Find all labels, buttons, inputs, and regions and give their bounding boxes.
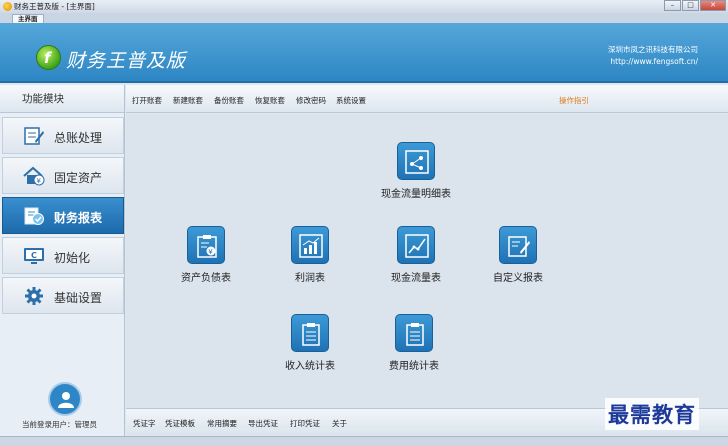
restore-account-set-button[interactable]: 恢复账套 xyxy=(255,95,285,106)
balance-sheet-button[interactable]: ¥ 资产负债表 xyxy=(166,226,246,284)
report-check-icon xyxy=(24,207,44,225)
logo-icon: f xyxy=(36,45,61,70)
watermark: 最需教育 xyxy=(605,398,699,430)
minimize-button[interactable]: – xyxy=(664,0,681,11)
export-voucher-button[interactable]: 导出凭证 xyxy=(248,418,278,429)
company-info: 深圳市凤之讯科技有限公司 http://www.fengsoft.cn/ xyxy=(608,44,698,68)
print-voucher-button[interactable]: 打印凭证 xyxy=(290,418,320,429)
close-button[interactable]: ✕ xyxy=(700,0,726,11)
monitor-init-icon: C xyxy=(24,248,44,264)
clipboard-icon xyxy=(291,314,329,352)
maximize-button[interactable]: □ xyxy=(682,0,699,11)
sidebar-item-financial-reports[interactable]: 财务报表 xyxy=(2,197,124,234)
voucher-template-button[interactable]: 凭证模板 xyxy=(165,418,195,429)
cashflow-statement-label: 现金流量表 xyxy=(391,273,441,284)
sidebar-item-label: 财务报表 xyxy=(54,211,103,225)
sidebar-item-initialize[interactable]: C 初始化 xyxy=(2,237,124,274)
user-avatar[interactable] xyxy=(48,382,82,416)
cashflow-statement-button[interactable]: 现金流量表 xyxy=(374,226,458,284)
sidebar-header: 功能模块 xyxy=(0,85,124,113)
window-titlebar: 财务王普及版 - [主界面] – □ ✕ xyxy=(0,0,728,13)
balance-sheet-label: 资产负债表 xyxy=(181,273,231,284)
voucher-type-button[interactable]: 凭证字 xyxy=(133,418,156,429)
app-title: 财务王普及版 xyxy=(66,50,187,72)
cashflow-detail-label: 现金流量明细表 xyxy=(381,189,451,200)
revenue-stats-label: 收入统计表 xyxy=(285,361,335,372)
system-settings-button[interactable]: 系统设置 xyxy=(336,95,366,106)
svg-text:C: C xyxy=(31,251,37,260)
sidebar-item-label: 基础设置 xyxy=(54,291,103,305)
expense-stats-button[interactable]: 费用统计表 xyxy=(374,314,454,372)
share-chart-icon xyxy=(397,142,435,180)
top-toolbar: 打开账套 新建账套 备份账套 恢复账套 修改密码 系统设置 操作指引 xyxy=(126,85,728,113)
sidebar-item-basic-settings[interactable]: 基础设置 xyxy=(2,277,124,314)
sidebar-item-fixed-assets[interactable]: ¥ 固定资产 xyxy=(2,157,124,194)
income-statement-label: 利润表 xyxy=(295,273,325,284)
backup-account-set-button[interactable]: 备份账套 xyxy=(214,95,244,106)
edit-document-icon xyxy=(499,226,537,264)
expense-stats-label: 费用统计表 xyxy=(389,361,439,372)
clipboard-yen-icon: ¥ xyxy=(187,226,225,264)
sidebar-item-label: 初始化 xyxy=(54,251,91,265)
report-panel: 现金流量明细表 ¥ 资产负债表 利润表 现金流量表 自定义报表 收入统计表 费用… xyxy=(126,114,728,408)
window-controls: – □ ✕ xyxy=(663,0,726,11)
change-password-button[interactable]: 修改密码 xyxy=(296,95,326,106)
operation-guide-link[interactable]: 操作指引 xyxy=(559,95,589,106)
sidebar-item-label: 固定资产 xyxy=(54,171,103,185)
company-name: 深圳市凤之讯科技有限公司 xyxy=(608,45,698,54)
bar-chart-icon xyxy=(291,226,329,264)
house-yen-icon: ¥ xyxy=(23,166,45,186)
user-icon xyxy=(58,392,74,408)
window-title: 财务王普及版 - [主界面] xyxy=(14,2,95,11)
ledger-icon xyxy=(24,127,44,145)
revenue-stats-button[interactable]: 收入统计表 xyxy=(270,314,350,372)
new-account-set-button[interactable]: 新建账套 xyxy=(173,95,203,106)
svg-text:¥: ¥ xyxy=(37,177,42,185)
line-chart-icon xyxy=(397,226,435,264)
common-summary-button[interactable]: 常用摘要 xyxy=(207,418,237,429)
document-tabbar: 主界面 xyxy=(0,13,728,24)
company-website[interactable]: http://www.fengsoft.cn/ xyxy=(608,56,698,68)
income-statement-button[interactable]: 利润表 xyxy=(270,226,350,284)
sidebar-item-ledger[interactable]: 总账处理 xyxy=(2,117,124,154)
open-account-set-button[interactable]: 打开账套 xyxy=(132,95,162,106)
custom-report-label: 自定义报表 xyxy=(493,273,543,284)
gear-icon xyxy=(25,287,43,305)
sidebar-item-label: 总账处理 xyxy=(54,131,103,145)
status-bar xyxy=(0,436,728,446)
custom-report-button[interactable]: 自定义报表 xyxy=(478,226,558,284)
app-icon xyxy=(3,2,12,11)
clipboard-icon xyxy=(395,314,433,352)
about-button[interactable]: 关于 xyxy=(332,418,347,429)
current-user-label: 当前登录用户：管理员 xyxy=(22,420,97,429)
cashflow-detail-button[interactable]: 现金流量明细表 xyxy=(366,142,466,200)
svg-text:¥: ¥ xyxy=(208,248,213,256)
